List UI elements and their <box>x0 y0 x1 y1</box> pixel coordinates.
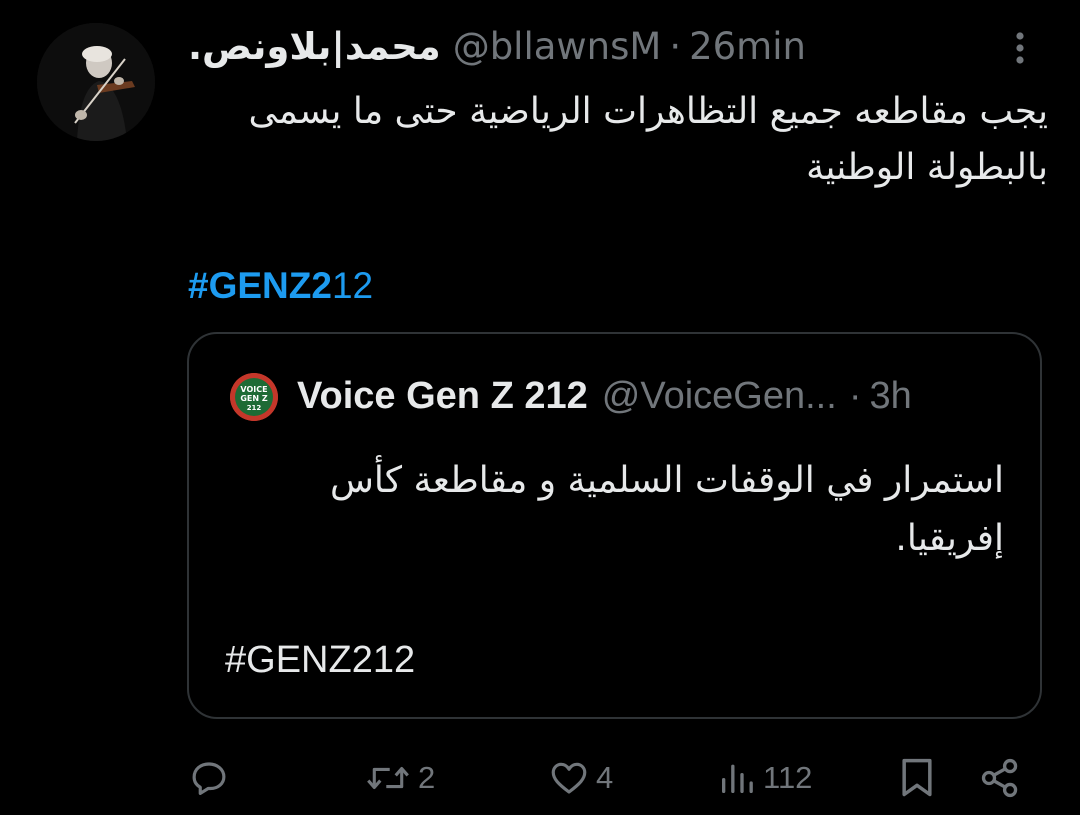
share-icon <box>981 758 1018 798</box>
hashtag-bold-part: #GENZ2 <box>188 265 332 306</box>
author-handle[interactable]: @bllawnsM <box>453 22 662 72</box>
hashtag-rest-part: 12 <box>331 265 374 306</box>
tweet-hashtag-link[interactable]: #GENZ212 <box>188 258 373 314</box>
quote-timestamp[interactable]: 3h <box>869 370 911 422</box>
voice-genz-logo: VOICE GEN Z 212 <box>230 373 278 421</box>
retweet-icon <box>367 767 409 789</box>
views-chart-icon <box>722 764 753 793</box>
author-display-name[interactable]: محمد|بلاونص. <box>188 22 441 72</box>
reply-icon <box>192 762 226 795</box>
more-vertical-icon <box>1016 32 1024 64</box>
views-button[interactable]: 112 <box>717 752 812 804</box>
tweet-header: محمد|بلاونص. @bllawnsM · 26min <box>188 22 1008 72</box>
quoted-tweet-card[interactable]: VOICE GEN Z 212 Voice Gen Z 212 @VoiceGe… <box>187 332 1042 719</box>
quote-hashtag: #GENZ212 <box>225 639 416 681</box>
quote-header-separator: · <box>848 375 862 417</box>
tweet-text: يجب مقاطعه جميع التظاهرات الرياضية حتى م… <box>248 91 1048 188</box>
quote-author-avatar[interactable]: VOICE GEN Z 212 <box>230 373 278 421</box>
heart-icon <box>551 762 587 794</box>
violinist-photo <box>37 23 155 141</box>
header-separator: · <box>669 25 682 68</box>
views-count: 112 <box>763 760 813 795</box>
quote-author-name[interactable]: Voice Gen Z 212 <box>297 370 588 422</box>
bookmark-icon <box>902 758 932 797</box>
author-avatar[interactable] <box>37 23 155 141</box>
logo-line-2: GEN Z <box>240 394 268 403</box>
like-count: 4 <box>596 760 614 795</box>
tweet-action-bar: 2 4 112 <box>0 752 1080 804</box>
like-button[interactable]: 4 <box>548 752 613 804</box>
more-options-button[interactable] <box>1000 28 1040 68</box>
logo-line-3: 212 <box>247 404 262 412</box>
retweet-button[interactable]: 2 <box>364 752 435 804</box>
quote-text: استمرار في الوقفات السلمية و مقاطعة كأس … <box>329 460 1004 559</box>
bookmark-button[interactable] <box>898 752 936 804</box>
logo-line-1: VOICE <box>240 385 267 394</box>
share-button[interactable] <box>978 752 1022 804</box>
reply-button[interactable] <box>188 752 230 804</box>
quote-header: Voice Gen Z 212 @VoiceGen... · 3h <box>297 370 1017 422</box>
quote-author-handle[interactable]: @VoiceGen... <box>602 370 837 422</box>
retweet-count: 2 <box>418 760 436 795</box>
tweet-timestamp[interactable]: 26min <box>689 22 806 72</box>
